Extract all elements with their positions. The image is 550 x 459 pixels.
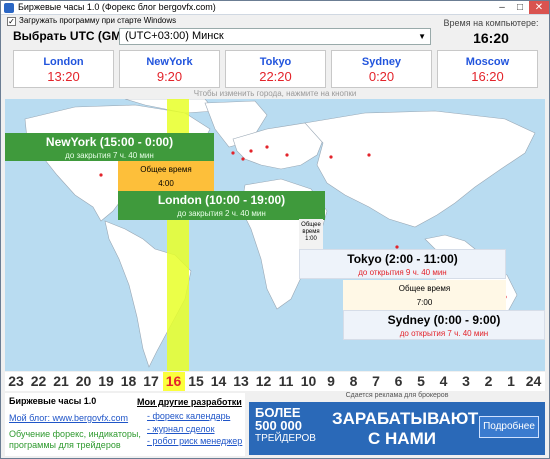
- blog-link[interactable]: Мой блог: www.bergovfx.com: [9, 413, 128, 423]
- link-trade-journal[interactable]: - журнал сделок: [147, 424, 215, 434]
- overlap-time: 4:00: [158, 179, 174, 188]
- ad-caption: Сдается реклама для брокеров: [345, 392, 449, 399]
- city-name: NewYork: [146, 56, 193, 68]
- hour-cell: 17: [143, 373, 159, 389]
- brand-description[interactable]: Обучение форекс, индикаторы, программы д…: [9, 429, 149, 451]
- hour-cell: 8: [349, 373, 358, 389]
- ad-more-button[interactable]: Подробнее: [479, 416, 539, 438]
- other-projects-title: Мои другие разработки: [137, 397, 242, 407]
- city-name: London: [43, 56, 84, 68]
- hour-cell: 3: [462, 373, 470, 389]
- city-button-sydney[interactable]: Sydney 0:20: [331, 50, 432, 88]
- hour-cell: 1: [507, 373, 515, 389]
- world-map: NewYork (15:00 - 0:00) до закрытия 7 ч. …: [5, 99, 545, 371]
- city-button-london[interactable]: London 13:20: [13, 50, 114, 88]
- link-forex-calendar[interactable]: - форекс календарь: [147, 411, 230, 421]
- overlap-time: 1:00: [305, 236, 317, 242]
- city-button-tokyo[interactable]: Tokyo 22:20: [225, 50, 326, 88]
- hour-cell: 19: [98, 373, 114, 389]
- overlap-label: Общее: [301, 222, 321, 228]
- close-button[interactable]: ✕: [529, 1, 549, 14]
- session-title: Tokyo (2:00 - 11:00): [347, 252, 458, 266]
- utc-selected-value: (UTC+03:00) Минск: [125, 30, 224, 42]
- hour-cell: 24: [525, 373, 542, 389]
- hour-cell: 5: [417, 373, 425, 389]
- hour-cell: 9: [327, 373, 335, 389]
- session-sydney: Sydney (0:00 - 9:00) до открытия 7 ч. 40…: [343, 310, 545, 340]
- overlap-label: Общее время: [398, 284, 451, 293]
- city-button-moscow[interactable]: Moscow 16:20: [437, 50, 538, 88]
- hour-cell: 10: [300, 373, 317, 389]
- overlap-london-tokyo: Общее время 1:00: [299, 219, 323, 249]
- session-countdown: до закрытия 7 ч. 40 мин: [65, 151, 154, 160]
- hour-cell: 14: [210, 373, 227, 389]
- utc-timezone-select[interactable]: (UTC+03:00) Минск ▼: [119, 28, 431, 45]
- overlap-tokyo-sydney: Общее время 7:00: [343, 280, 506, 310]
- overlap-newyork-london: Общее время 4:00: [118, 161, 214, 191]
- session-countdown: до закрытия 2 ч. 40 мин: [177, 209, 266, 218]
- hour-cell: 13: [233, 373, 249, 389]
- session-title: NewYork (15:00 - 0:00): [45, 135, 174, 149]
- brand-title: Биржевые часы 1.0: [9, 396, 97, 406]
- hour-cell: 2: [484, 373, 493, 389]
- hour-cell: 7: [372, 373, 380, 389]
- city-name: Moscow: [465, 56, 510, 68]
- city-time: 22:20: [259, 69, 292, 84]
- overlap-label: Общее время: [140, 165, 192, 174]
- city-time: 16:20: [471, 69, 504, 84]
- hour-cell: 6: [394, 373, 403, 389]
- city-button-newyork[interactable]: NewYork 9:20: [119, 50, 220, 88]
- hour-cell: 21: [53, 373, 69, 389]
- hour-cell: 4: [439, 373, 448, 389]
- hour-cell: 11: [278, 373, 294, 389]
- session-tokyo: Tokyo (2:00 - 11:00) до открытия 9 ч. 40…: [299, 249, 506, 279]
- overlap-time: 7:00: [416, 298, 433, 307]
- city-name: Sydney: [361, 56, 402, 68]
- city-time: 9:20: [156, 69, 183, 84]
- session-countdown: до открытия 7 ч. 40 мин: [399, 329, 489, 338]
- ad-subline: ТРЕЙДЕРОВ: [255, 433, 316, 444]
- overlap-label: время: [302, 229, 320, 235]
- hour-cell: 20: [75, 373, 92, 389]
- autostart-label: Загружать программу при старте Windows: [19, 16, 177, 25]
- city-time: 0:20: [368, 69, 395, 84]
- hour-strip: 23 22 21 20 19 18 17 16 15 14 13 12 11 10 9 8 7 6 5 4 3 2 1 24: [5, 372, 545, 391]
- session-title: London (10:00 - 19:00): [157, 193, 286, 207]
- app-window: Биржевые часы 1.0 (Форекс блог bergovfx.…: [0, 0, 550, 459]
- hour-cell: 22: [30, 373, 47, 389]
- title-bar: Биржевые часы 1.0 (Форекс блог bergovfx.…: [1, 1, 549, 15]
- city-hint: Чтобы изменить города, нажмите на кнопки: [193, 89, 357, 98]
- city-time: 13:20: [47, 69, 80, 84]
- app-icon: [4, 3, 14, 13]
- hour-cell: 16: [162, 372, 185, 391]
- hour-cell: 12: [255, 373, 272, 389]
- hour-cell: 15: [188, 373, 204, 389]
- maximize-button[interactable]: □: [511, 1, 529, 14]
- session-newyork: NewYork (15:00 - 0:00) до закрытия 7 ч. …: [5, 133, 214, 161]
- ad-number: 500 000: [255, 418, 302, 433]
- ad-main-text: ЗАРАБАТЫВАЮТ С НАМИ: [332, 409, 479, 448]
- city-name: Tokyo: [259, 56, 292, 68]
- ad-banner[interactable]: БОЛЕЕ 500 000 ТРЕЙДЕРОВ ЗАРАБАТЫВАЮТ С Н…: [249, 402, 545, 455]
- link-risk-manager[interactable]: - робот риск менеджер: [147, 436, 242, 446]
- computer-time-value: 16:20: [473, 30, 509, 46]
- window-title: Биржевые часы 1.0 (Форекс блог bergovfx.…: [18, 2, 216, 12]
- hour-cell: 18: [120, 373, 137, 389]
- minimize-button[interactable]: –: [493, 1, 511, 14]
- hour-cell: 23: [8, 373, 24, 389]
- session-title: Sydney (0:00 - 9:00): [387, 313, 501, 327]
- footer-info: Биржевые часы 1.0 Мой блог: www.bergovfx…: [5, 393, 245, 456]
- computer-time-label: Время на компьютере:: [443, 18, 539, 28]
- session-countdown: до открытия 9 ч. 40 мин: [358, 268, 447, 277]
- chevron-down-icon: ▼: [418, 32, 426, 41]
- session-london: London (10:00 - 19:00) до закрытия 2 ч. …: [118, 191, 325, 220]
- autostart-checkbox[interactable]: ✓: [7, 17, 16, 26]
